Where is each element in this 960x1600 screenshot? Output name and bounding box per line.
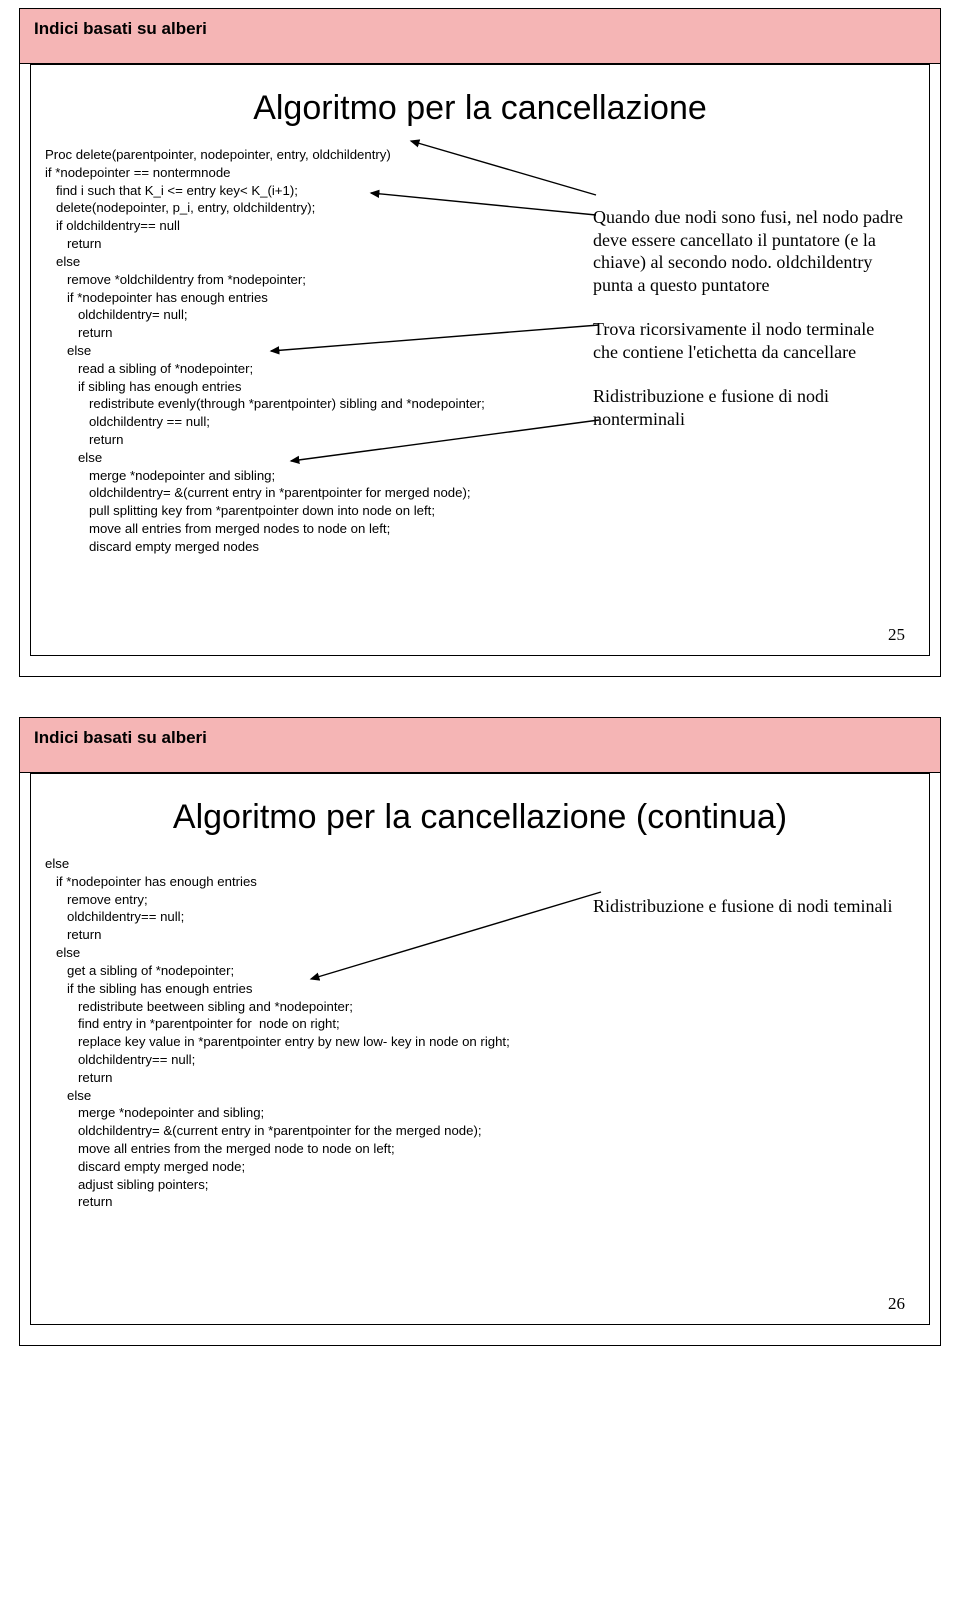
slide-title: Algoritmo per la cancellazione (continua…: [45, 784, 915, 855]
annotations: Ridistribuzione e fusione di nodi temina…: [593, 895, 903, 940]
annotation-1: Quando due nodi sono fusi, nel nodo padr…: [593, 206, 903, 296]
slide-inner: Algoritmo per la cancellazione Proc dele…: [30, 64, 930, 656]
annotation-1: Ridistribuzione e fusione di nodi temina…: [593, 895, 903, 918]
content-row: Proc delete(parentpointer, nodepointer, …: [45, 146, 915, 556]
slide-header: Indici basati su alberi: [20, 718, 940, 773]
slide-title: Algoritmo per la cancellazione: [45, 75, 915, 146]
annotations: Quando due nodi sono fusi, nel nodo padr…: [593, 206, 903, 452]
page-number: 26: [888, 1294, 905, 1314]
page-number: 25: [888, 625, 905, 645]
slide-inner: Algoritmo per la cancellazione (continua…: [30, 773, 930, 1325]
annotation-3: Ridistribuzione e fusione di nodi nonter…: [593, 385, 903, 430]
annotation-2: Trova ricorsivamente il nodo terminale c…: [593, 318, 903, 363]
slide-1: Indici basati su alberi Algoritmo per la…: [19, 8, 941, 677]
slide-2: Indici basati su alberi Algoritmo per la…: [19, 717, 941, 1346]
pseudocode-block: Proc delete(parentpointer, nodepointer, …: [45, 146, 485, 556]
content-row: else if *nodepointer has enough entries …: [45, 855, 915, 1211]
pseudocode-block: else if *nodepointer has enough entries …: [45, 855, 510, 1211]
slide-header: Indici basati su alberi: [20, 9, 940, 64]
